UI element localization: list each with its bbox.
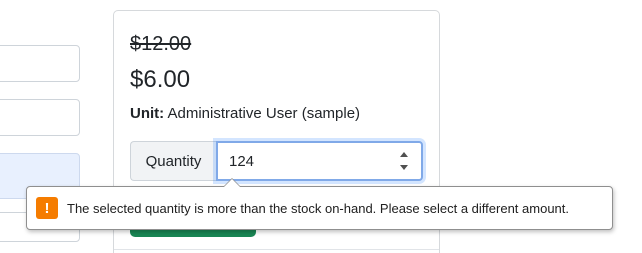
quantity-input-group: Quantity: [130, 141, 423, 181]
validation-tooltip: ! The selected quantity is more than the…: [26, 178, 613, 230]
original-price: $12.00: [130, 33, 192, 55]
validation-message: The selected quantity is more than the s…: [67, 200, 569, 216]
quantity-stepper[interactable]: [397, 149, 411, 173]
quantity-field-wrapper: [216, 141, 423, 181]
unit-value: Administrative User (sample): [167, 105, 361, 122]
unit-label: Unit:: [130, 105, 165, 122]
tooltip-arrow: [223, 178, 241, 187]
quantity-input[interactable]: [218, 143, 421, 179]
warning-icon: !: [36, 197, 58, 219]
left-form-field-1[interactable]: [0, 45, 80, 82]
quantity-label: Quantity: [130, 141, 216, 181]
sale-price: $6.00: [130, 66, 191, 93]
card-divider: [114, 249, 439, 250]
page: $12.00 $6.00 Unit: Administrative User (…: [0, 0, 642, 253]
decrement-arrow-icon[interactable]: [397, 162, 411, 173]
left-form-field-2[interactable]: [0, 99, 80, 136]
unit-line: Unit: Administrative User (sample): [130, 105, 360, 122]
increment-arrow-icon[interactable]: [397, 149, 411, 160]
